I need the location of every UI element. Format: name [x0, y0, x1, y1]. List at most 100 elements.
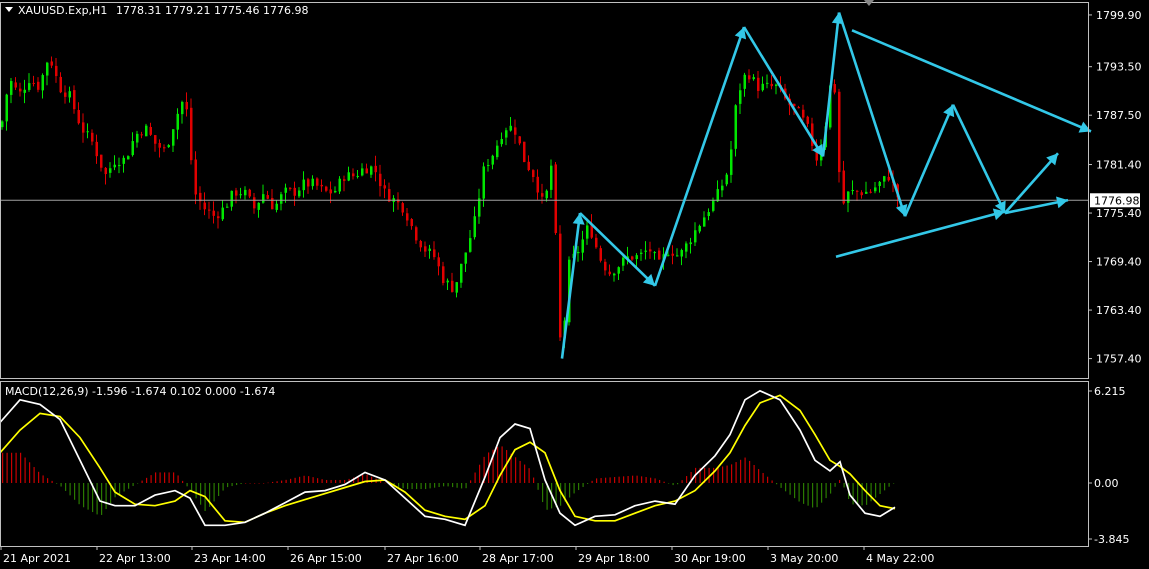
macd-histogram-bar	[857, 483, 859, 505]
candle-body	[599, 248, 602, 261]
macd-histogram-bar	[816, 483, 818, 508]
candle-body	[491, 155, 494, 165]
candle-body	[586, 225, 589, 239]
macd-histogram-bar	[452, 483, 454, 488]
candle-body	[343, 179, 346, 181]
macd-histogram-bar	[573, 483, 575, 494]
candle-body	[1, 121, 4, 128]
candle-body	[185, 101, 188, 110]
candle-body	[167, 145, 170, 148]
macd-signal-line	[0, 394, 896, 524]
macd-histogram-bar	[884, 483, 886, 491]
macd-histogram-bar	[744, 457, 746, 483]
price-tick-label: 1793.50	[1096, 61, 1142, 74]
candle-body	[469, 238, 472, 252]
macd-histogram-bar	[447, 483, 449, 487]
macd-histogram-bar	[137, 483, 139, 484]
candle-body	[640, 252, 643, 254]
trend-arrow-line	[742, 26, 825, 158]
time-tick-label: 29 Apr 18:00	[578, 552, 650, 565]
candle-body	[734, 105, 737, 149]
macd-histogram-bar	[596, 478, 598, 483]
candle-body	[644, 250, 647, 252]
macd-histogram-bar	[893, 483, 895, 484]
candle-body	[698, 225, 701, 232]
macd-histogram-bar	[888, 483, 890, 487]
macd-histogram-bar	[123, 483, 125, 492]
candle-body	[721, 185, 724, 191]
macd-histogram-bar	[659, 479, 661, 483]
candle-body	[541, 193, 544, 197]
candle-body	[77, 110, 80, 124]
candle-body	[473, 216, 476, 238]
candle-body	[464, 252, 467, 264]
candle-body	[500, 139, 503, 145]
macd-histogram-bar	[6, 452, 8, 483]
candle-body	[482, 166, 485, 199]
candle-body	[194, 159, 197, 195]
macd-histogram-bar	[236, 483, 238, 486]
candle-body	[554, 164, 557, 233]
current-price-value: 1776.98	[1094, 194, 1140, 207]
candle-body	[806, 116, 809, 124]
candle-body	[181, 101, 184, 115]
macd-histogram-bar	[132, 483, 134, 487]
price-tick-label: 1769.40	[1096, 256, 1142, 269]
candle-body	[752, 77, 755, 80]
candle-body	[604, 261, 607, 271]
macd-histogram-bar	[830, 483, 832, 494]
macd-histogram-bar	[713, 467, 715, 483]
price-tick-label: 1781.40	[1096, 159, 1142, 172]
trend-arrow-line	[951, 104, 1007, 214]
macd-histogram-bar	[263, 483, 265, 484]
trading-chart[interactable]: XAUUSD.Exp,H1 1778.31 1779.21 1775.46 17…	[0, 0, 1149, 569]
candle-body	[374, 165, 377, 173]
macd-histogram-bar	[834, 483, 836, 487]
time-axis: 21 Apr 2021 22 Apr 13:00 23 Apr 14:00 26 Ap…	[0, 546, 934, 565]
candle-body	[631, 256, 634, 260]
candle-body	[874, 187, 877, 192]
candle-body	[415, 227, 418, 241]
macd-histogram-bar	[461, 483, 463, 489]
candle-body	[559, 233, 562, 338]
chart-frames	[0, 0, 1089, 547]
candle-body	[352, 173, 355, 177]
macd-histogram-bar	[168, 472, 170, 483]
macd-histogram-bar	[465, 483, 467, 489]
macd-histogram-bar	[789, 483, 791, 495]
macd-histogram-bar	[852, 483, 854, 505]
candle-body	[383, 185, 386, 189]
symbol-label: XAUUSD.Exp,H1	[18, 4, 107, 17]
candle-body	[64, 92, 67, 97]
candle-body	[86, 131, 89, 133]
macd-histogram-bar	[330, 479, 332, 483]
candle-body	[770, 83, 773, 87]
ohlc-values: 1778.31 1779.21 1775.46 1776.98	[116, 4, 308, 17]
dropdown-triangle-icon[interactable]	[5, 7, 13, 12]
candle-body	[307, 179, 310, 187]
candle-body	[856, 190, 859, 192]
macd-histogram-bar	[798, 483, 800, 502]
candle-body	[73, 90, 76, 110]
time-tick-label: 28 Apr 17:00	[482, 552, 554, 565]
candle-body	[365, 168, 368, 174]
macd-histogram-bar	[195, 483, 197, 499]
candle-body	[320, 184, 323, 187]
macd-histogram-bar	[533, 477, 535, 483]
candle-body	[131, 141, 134, 156]
time-tick-label: 21 Apr 2021	[3, 552, 71, 565]
macd-histogram-bar	[276, 481, 278, 483]
candle-body	[523, 141, 526, 163]
candle-body	[725, 174, 728, 185]
candle-body	[617, 267, 620, 274]
macd-histogram-bar	[65, 483, 67, 491]
candle-body	[244, 189, 247, 196]
candle-body	[694, 230, 697, 243]
macd-histogram-bar	[317, 478, 319, 483]
candle-body	[122, 157, 125, 164]
macd-histogram-bar	[83, 483, 85, 508]
macd-histogram-bar	[807, 483, 809, 506]
macd-histogram-bar	[677, 483, 679, 485]
macd-histogram-bar	[267, 482, 269, 484]
macd-histogram-bar	[240, 483, 242, 485]
